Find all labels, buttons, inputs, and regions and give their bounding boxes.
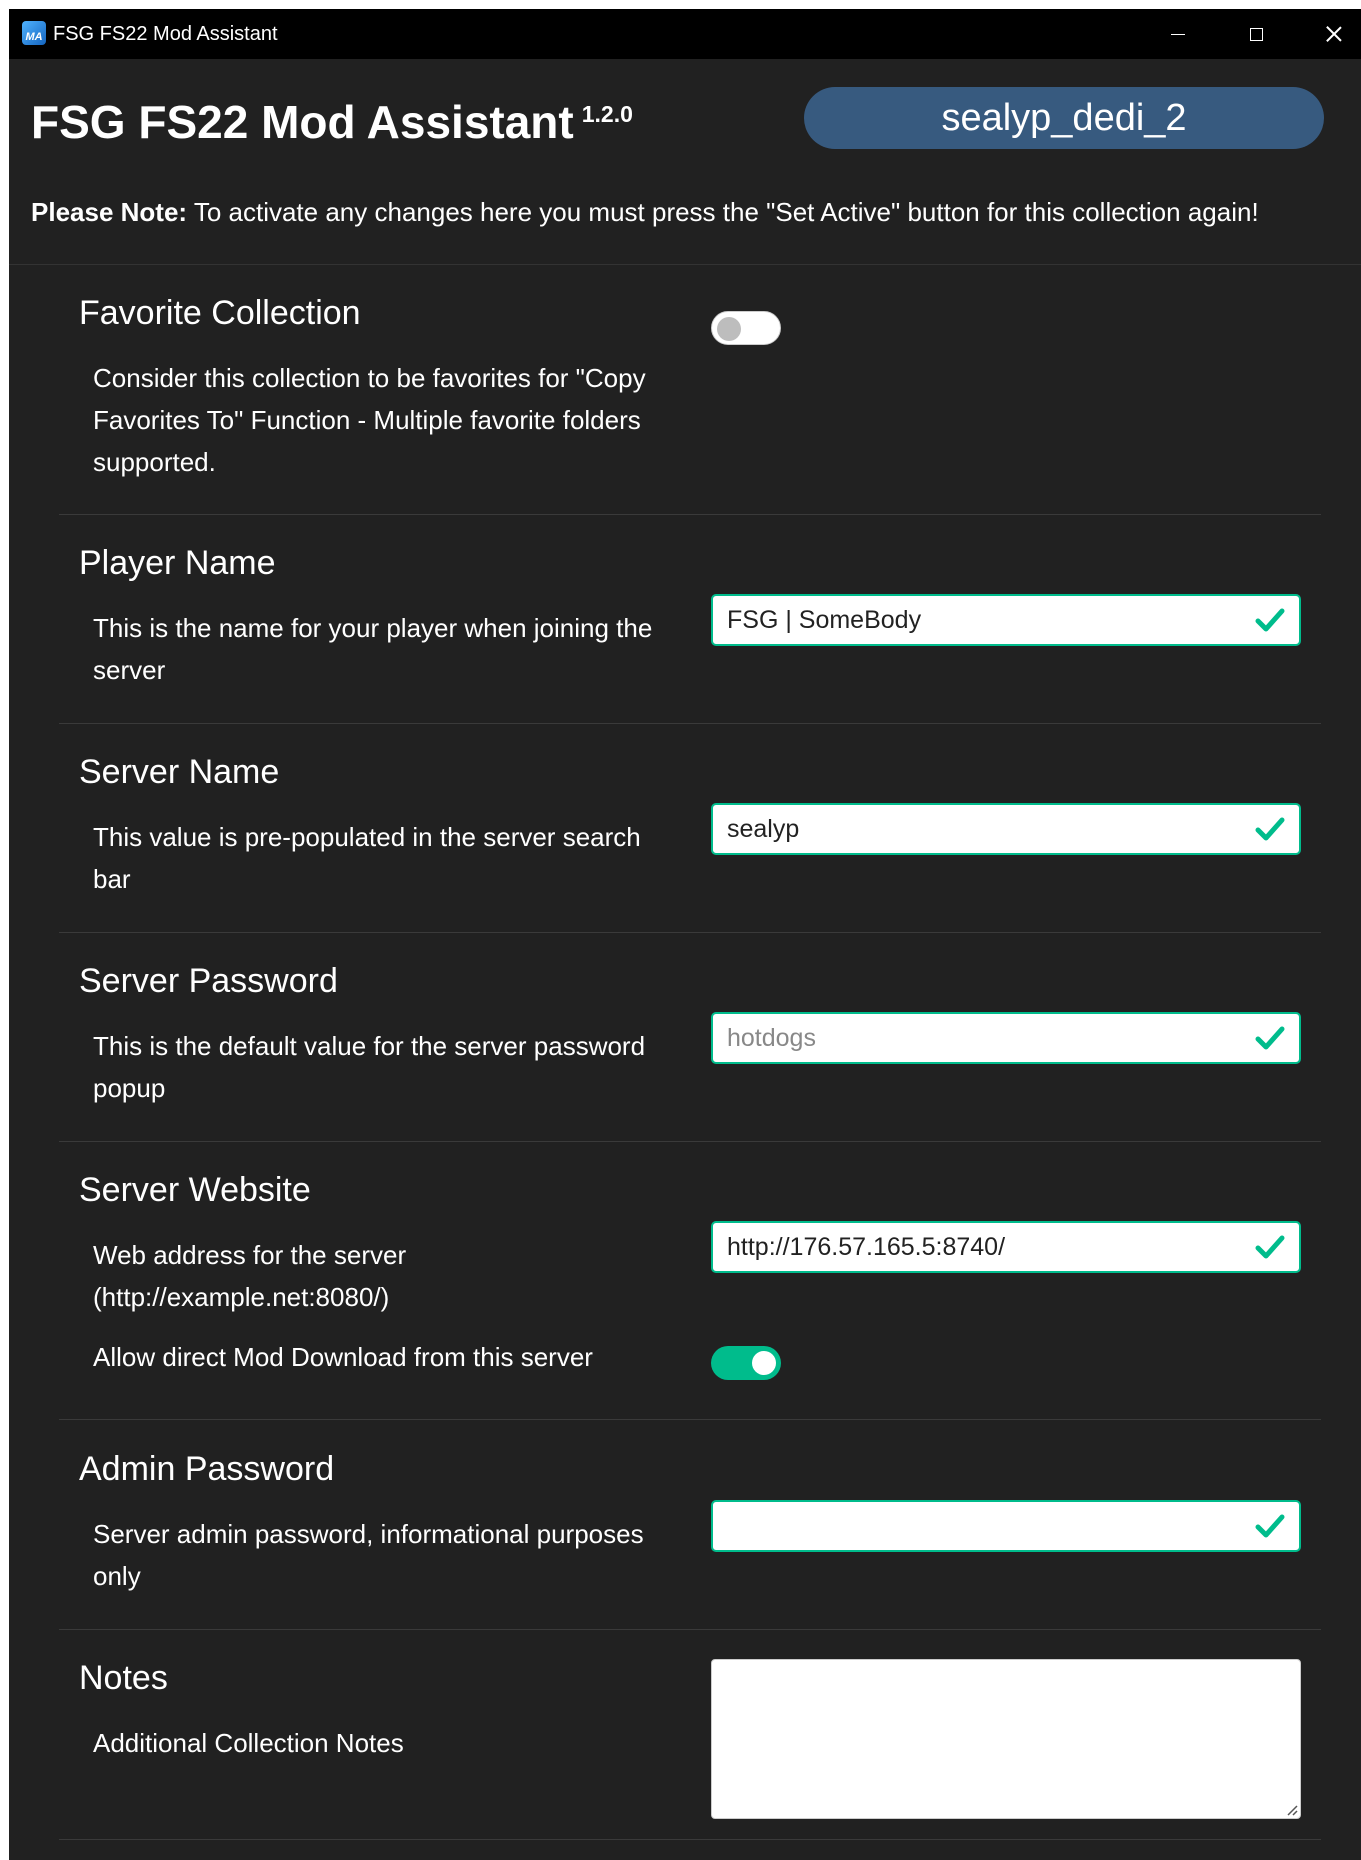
setting-description: This value is pre-populated in the serve… <box>93 822 641 894</box>
valid-check-icon <box>1255 817 1285 841</box>
setting-title: Notes <box>79 1659 168 1697</box>
setting-favorite-collection: Favorite Collection Consider this collec… <box>59 294 1321 515</box>
setting-server-website: Server Website Web address for the serve… <box>59 1171 1321 1420</box>
server-name-field[interactable] <box>711 803 1301 855</box>
player-name-input[interactable] <box>713 596 1247 644</box>
allow-download-toggle[interactable] <box>711 1346 781 1380</box>
setting-description: Web address for the server (http://examp… <box>93 1240 407 1312</box>
minimize-icon <box>1171 33 1185 35</box>
server-password-field[interactable] <box>711 1012 1301 1064</box>
setting-admin-password: Admin Password Server admin password, in… <box>59 1450 1321 1630</box>
server-name-input[interactable] <box>713 805 1247 853</box>
maximize-icon <box>1249 27 1263 41</box>
header-divider <box>9 264 1361 265</box>
setting-title: Server Website <box>79 1171 311 1209</box>
notice-label: Please Note: <box>31 197 188 227</box>
setting-description: This is the name for your player when jo… <box>93 613 653 685</box>
setting-description: Consider this collection to be favorites… <box>93 363 646 477</box>
server-password-input[interactable] <box>713 1014 1247 1062</box>
maximize-button[interactable] <box>1217 9 1295 59</box>
player-name-field[interactable] <box>711 594 1301 646</box>
title-bar[interactable]: MA FSG FS22 Mod Assistant <box>9 9 1361 59</box>
notice-body: To activate any changes here you must pr… <box>187 197 1259 227</box>
app-window: MA FSG FS22 Mod Assistant FSG FS22 Mod A… <box>9 9 1361 1860</box>
setting-notes: Notes Additional Collection Notes <box>59 1659 1321 1840</box>
setting-title: Server Password <box>79 962 338 1000</box>
notice-text: Please Note: To activate any changes her… <box>31 197 1259 228</box>
window-title: FSG FS22 Mod Assistant <box>53 23 278 45</box>
setting-title: Favorite Collection <box>79 294 361 332</box>
valid-check-icon <box>1255 1026 1285 1050</box>
setting-title: Player Name <box>79 544 276 582</box>
page-title: FSG FS22 Mod Assistant 1.2.0 <box>31 95 633 149</box>
admin-password-input[interactable] <box>713 1502 1247 1550</box>
setting-description: Additional Collection Notes <box>93 1728 404 1758</box>
setting-description: This is the default value for the server… <box>93 1031 646 1103</box>
server-website-input[interactable] <box>713 1223 1247 1271</box>
valid-check-icon <box>1255 608 1285 632</box>
server-website-field[interactable] <box>711 1221 1301 1273</box>
close-button[interactable] <box>1295 9 1361 59</box>
version-label: 1.2.0 <box>581 100 633 127</box>
collection-name-badge: sealyp_dedi_2 <box>804 87 1324 149</box>
setting-server-password: Server Password This is the default valu… <box>59 962 1321 1142</box>
admin-password-field[interactable] <box>711 1500 1301 1552</box>
valid-check-icon <box>1255 1514 1285 1538</box>
minimize-button[interactable] <box>1139 9 1217 59</box>
toggle-knob <box>752 1351 776 1375</box>
setting-player-name: Player Name This is the name for your pl… <box>59 544 1321 724</box>
toggle-knob <box>717 317 741 341</box>
setting-server-name: Server Name This value is pre-populated … <box>59 753 1321 933</box>
app-logo-icon: MA <box>22 21 46 45</box>
favorite-toggle[interactable] <box>711 311 781 345</box>
setting-title: Admin Password <box>79 1450 335 1488</box>
resize-grip-icon[interactable] <box>1284 1802 1298 1816</box>
valid-check-icon <box>1255 1235 1285 1259</box>
setting-description: Server admin password, informational pur… <box>93 1519 644 1591</box>
close-icon <box>1326 26 1342 42</box>
setting-title: Server Name <box>79 753 280 791</box>
download-toggle-label: Allow direct Mod Download from this serv… <box>93 1342 593 1372</box>
notes-textarea[interactable] <box>711 1659 1301 1819</box>
page-title-text: FSG FS22 Mod Assistant <box>31 96 574 148</box>
